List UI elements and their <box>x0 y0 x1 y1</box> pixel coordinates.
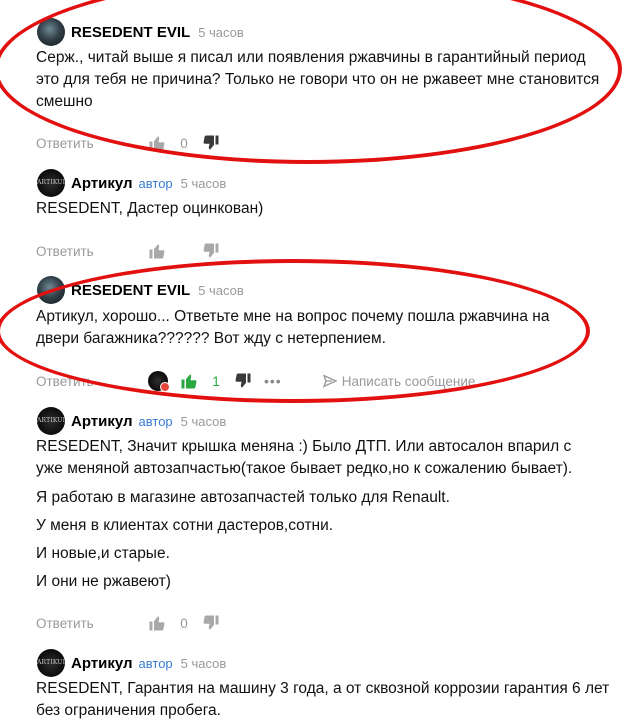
write-message-button[interactable]: Написать сообщение <box>322 373 476 389</box>
author-badge: автор <box>138 413 173 429</box>
more-dots-icon[interactable]: ••• <box>264 373 282 389</box>
send-icon <box>322 374 338 388</box>
reply-button[interactable]: Ответить <box>36 136 148 151</box>
comment-line: И новые,и старые. <box>36 545 170 562</box>
comment-line: У меня в клиентах сотни дастеров,сотни. <box>36 517 334 534</box>
comment-time: 5 часов <box>180 413 227 429</box>
write-message-label: Написать сообщение <box>341 373 476 389</box>
comment-header: RESEDENT EVIL 5 часов <box>37 276 244 304</box>
comment-time: 5 часов <box>198 282 244 298</box>
comment-text: Артикул, хорошо... Ответьте мне на вопро… <box>36 306 591 350</box>
thumbs-up-icon[interactable] <box>180 372 198 390</box>
comment-header: ARTIKUL Артикул автор 5 часов <box>37 649 226 677</box>
reply-button[interactable]: Ответить <box>36 374 148 389</box>
comment-actions: Ответить 0 <box>36 612 220 634</box>
comment-header: RESEDENT EVIL 5 часов <box>37 18 244 46</box>
author-name[interactable]: RESEDENT EVIL <box>71 282 190 299</box>
thumbs-up-icon[interactable] <box>148 134 166 152</box>
comment-line: RESEDENT, Дастер оцинкован) <box>36 200 264 217</box>
comment-line: RESEDENT, Гарантия на машину 3 года, а о… <box>36 680 610 719</box>
avatar[interactable]: ARTIKUL <box>37 407 65 435</box>
comment-line: Я работаю в магазине автозапчастей тольк… <box>36 489 450 506</box>
author-name[interactable]: Артикул <box>71 655 133 672</box>
avatar[interactable] <box>37 18 65 46</box>
reply-button[interactable]: Ответить <box>36 244 148 259</box>
author-name[interactable]: Артикул <box>71 175 133 192</box>
comment-text: Серж., читай выше я писал или появления … <box>36 47 611 113</box>
thumbs-down-icon[interactable] <box>202 242 220 260</box>
comment-line: И они не ржавеют) <box>36 573 171 590</box>
comment-time: 5 часов <box>180 655 227 671</box>
comment-line: Серж., читай выше я писал или появления … <box>36 49 600 110</box>
comment-line: RESEDENT, Значит крышка меняна :) Было Д… <box>36 438 573 477</box>
comment-text: RESEDENT, Дастер оцинкован) <box>36 198 611 220</box>
thumbs-down-icon[interactable] <box>234 372 252 390</box>
thumbs-down-icon[interactable] <box>202 134 220 152</box>
author-name[interactable]: RESEDENT EVIL <box>71 24 190 41</box>
like-count: 1 <box>212 373 220 389</box>
comment-text: RESEDENT, Гарантия на машину 3 года, а о… <box>36 678 611 722</box>
like-count: 0 <box>180 135 188 151</box>
avatar[interactable]: ARTIKUL <box>37 169 65 197</box>
thumbs-down-icon[interactable] <box>202 614 220 632</box>
comment-time: 5 часов <box>198 24 244 40</box>
comment-header: ARTIKUL Артикул автор 5 часов <box>37 407 226 435</box>
avatar[interactable] <box>37 276 65 304</box>
comment-time: 5 часов <box>180 175 227 191</box>
avatar[interactable]: ARTIKUL <box>37 649 65 677</box>
like-count: 0 <box>180 615 188 631</box>
thumbs-up-icon[interactable] <box>148 614 166 632</box>
comment-line: Артикул, хорошо... Ответьте мне на вопро… <box>36 308 550 347</box>
comment-actions: Ответить <box>36 240 220 262</box>
author-badge: автор <box>138 655 173 671</box>
comment-actions: Ответить 1 ••• Написать сообщение <box>36 370 475 392</box>
reply-button[interactable]: Ответить <box>36 616 148 631</box>
liker-avatar[interactable] <box>148 371 170 392</box>
comment-header: ARTIKUL Артикул автор 5 часов <box>37 169 226 197</box>
comment-actions: Ответить 0 <box>36 132 220 154</box>
comment-text: RESEDENT, Значит крышка меняна :) Было Д… <box>36 436 601 593</box>
thumbs-up-icon[interactable] <box>148 242 166 260</box>
author-name[interactable]: Артикул <box>71 413 133 430</box>
author-badge: автор <box>138 175 173 191</box>
